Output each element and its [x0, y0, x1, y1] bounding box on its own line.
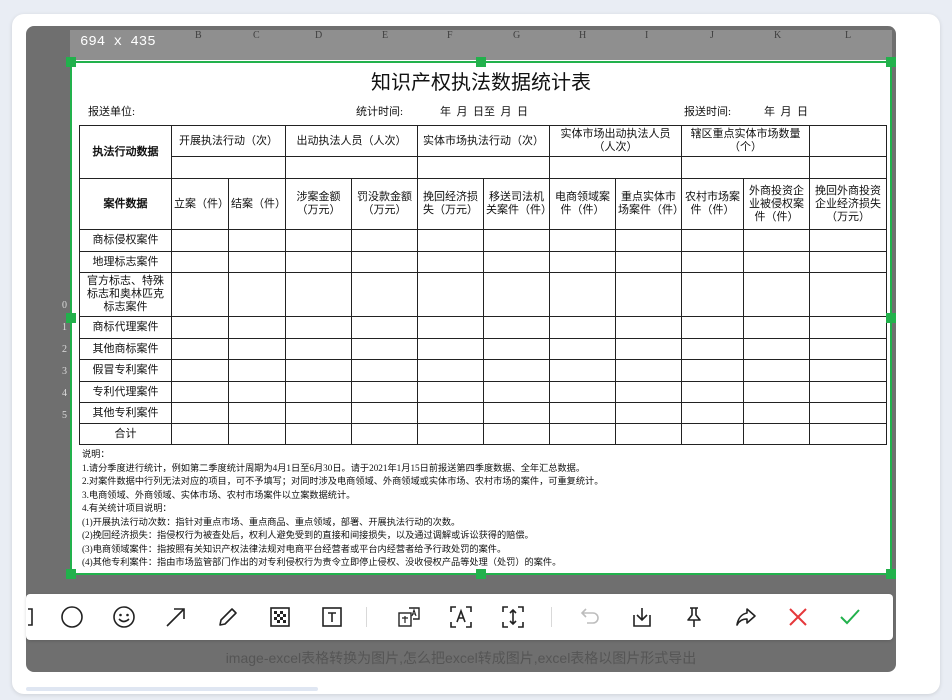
- undo-icon: [580, 608, 599, 624]
- column-letter: K: [774, 30, 782, 41]
- resize-handle-bottom-right[interactable]: [886, 569, 896, 579]
- column-letter: J: [710, 30, 714, 41]
- pin-button[interactable]: [679, 602, 709, 632]
- scroll-capture-icon: [502, 606, 524, 628]
- arrow-tool[interactable]: [161, 602, 191, 632]
- row-number: 4: [62, 388, 67, 399]
- excel-column-header: B C D E F G H I J K L: [70, 30, 892, 60]
- emoji-tool[interactable]: [109, 602, 139, 632]
- column-letter: G: [513, 30, 521, 41]
- confirm-button[interactable]: [835, 602, 865, 632]
- column-letter: B: [195, 30, 202, 41]
- column-letter: C: [253, 30, 260, 41]
- resize-handle-bottom[interactable]: [476, 569, 486, 579]
- pen-tool[interactable]: [213, 602, 243, 632]
- column-letter: F: [447, 30, 453, 41]
- image-caption: image-excel表格转换为图片,怎么把excel转成图片,excel表格以…: [225, 650, 697, 666]
- pen-icon: [219, 608, 237, 626]
- column-letter: D: [315, 30, 323, 41]
- column-letter: L: [845, 30, 852, 41]
- text-icon: [322, 607, 342, 627]
- download-button[interactable]: [627, 602, 657, 632]
- cancel-button[interactable]: [783, 602, 813, 632]
- selection-size-label: 694 x 435: [80, 34, 156, 50]
- ocr-tool[interactable]: [446, 602, 476, 632]
- pin-icon: [687, 607, 701, 627]
- long-screenshot-tool[interactable]: [498, 602, 528, 632]
- text-tool[interactable]: [317, 602, 347, 632]
- circle-icon: [61, 606, 83, 628]
- resize-handle-bottom-left[interactable]: [66, 569, 76, 579]
- undo-button[interactable]: [575, 602, 605, 632]
- row-number: 2: [62, 344, 67, 355]
- mosaic-icon: [270, 607, 290, 627]
- ellipse-tool[interactable]: [57, 602, 87, 632]
- row-number: 3: [62, 366, 67, 377]
- download-icon: [633, 608, 651, 627]
- mosaic-tool[interactable]: [265, 602, 295, 632]
- close-icon: [789, 608, 807, 626]
- resize-handle-top-left[interactable]: [66, 57, 76, 67]
- row-number: 5: [62, 410, 67, 421]
- resize-handle-right[interactable]: [886, 313, 896, 323]
- check-icon: [840, 609, 860, 625]
- resize-handle-top-right[interactable]: [886, 57, 896, 67]
- rectangle-icon: [28, 608, 33, 626]
- toolbar-divider: [366, 607, 367, 627]
- column-letter: I: [645, 30, 649, 41]
- arrow-icon: [166, 608, 185, 627]
- selection-frame[interactable]: [70, 61, 892, 575]
- row-number: 1: [62, 322, 67, 333]
- annotation-toolbar: [26, 594, 893, 640]
- resize-handle-left[interactable]: [66, 313, 76, 323]
- resize-handle-top[interactable]: [476, 57, 486, 67]
- column-letter: E: [382, 30, 389, 41]
- translate-icon: [398, 607, 420, 627]
- translate-tool[interactable]: [394, 602, 424, 632]
- row-numbers: 0 1 2 3 4 5: [62, 300, 70, 460]
- share-icon: [736, 608, 756, 626]
- ocr-text-icon: [450, 606, 472, 628]
- toolbar-divider: [551, 607, 552, 627]
- scroll-indicator[interactable]: [26, 687, 318, 691]
- emoji-icon: [113, 606, 135, 628]
- column-letter: H: [579, 30, 587, 41]
- share-button[interactable]: [731, 602, 761, 632]
- rectangle-tool[interactable]: [22, 602, 52, 632]
